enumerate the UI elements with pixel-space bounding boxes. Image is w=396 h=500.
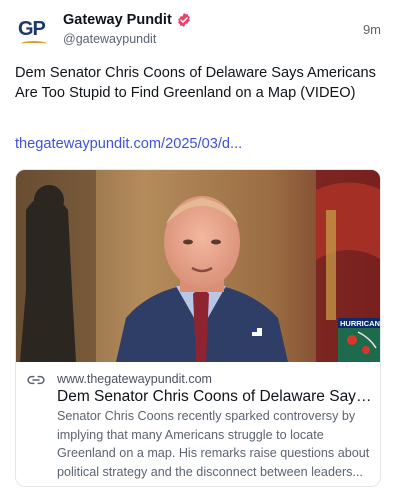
card-body[interactable]: www.thegatewaypundit.com Dem Senator Chr… — [16, 362, 380, 486]
link-chain-icon — [27, 375, 45, 385]
avatar[interactable]: GP — [15, 12, 51, 48]
display-name[interactable]: Gateway Pundit — [63, 12, 172, 28]
avatar-swoosh — [21, 41, 47, 46]
handle[interactable]: @gatewaypundit — [63, 32, 192, 46]
post-link[interactable]: thegatewaypundit.com/2025/03/d... — [15, 136, 242, 152]
card-image[interactable]: HURRICANE — [16, 170, 381, 362]
post-header: GP Gateway Pundit @gatewaypundit 9m — [15, 10, 383, 50]
author-names[interactable]: Gateway Pundit @gatewaypundit — [63, 10, 192, 46]
avatar-logo-text: GP — [18, 18, 46, 40]
verified-badge-icon — [177, 13, 190, 27]
post-time[interactable]: 9m — [363, 22, 381, 37]
post[interactable]: GP Gateway Pundit @gatewaypundit 9m Dem … — [0, 0, 396, 500]
card-description: Senator Chris Coons recently sparked con… — [57, 409, 370, 479]
hurricane-overlay-label: HURRICANE — [340, 319, 381, 328]
link-preview-card[interactable]: HURRICANE www.thegatewaypundit.com Dem S… — [15, 169, 381, 487]
post-text: Dem Senator Chris Coons of Delaware Says… — [15, 65, 376, 101]
card-image-photo: HURRICANE — [16, 170, 381, 362]
card-title[interactable]: Dem Senator Chris Coons of Delaware Says… — [57, 388, 375, 406]
card-domain: www.thegatewaypundit.com — [57, 372, 212, 386]
